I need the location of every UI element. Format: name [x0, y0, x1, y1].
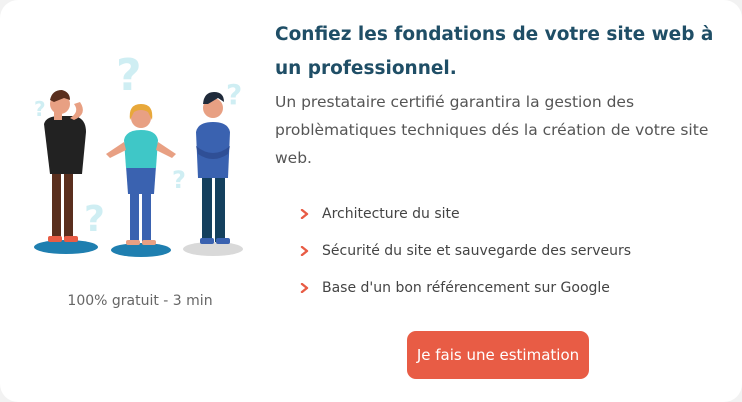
person-middle — [106, 104, 176, 245]
person-left — [44, 90, 86, 242]
feature-list: Architecture du site Sécurité du site et… — [300, 200, 631, 311]
description: Un prestataire certifié garantira la ges… — [275, 93, 709, 167]
question-mark-icon: ? — [84, 199, 105, 240]
feature-label: Architecture du site — [322, 206, 460, 222]
question-mark-icon: ? — [116, 50, 142, 101]
promo-card: ? ? ? ? ? 100% gratuit - 3 min Confiez l… — [0, 0, 742, 402]
chevron-right-icon — [300, 246, 309, 256]
question-mark-icon: ? — [226, 78, 242, 111]
list-item: Sécurité du site et sauvegarde des serve… — [300, 237, 631, 274]
chevron-right-icon — [300, 283, 309, 293]
list-item: Architecture du site — [300, 200, 631, 237]
question-mark-icon: ? — [172, 166, 186, 194]
page-title: Confiez les fondations de votre site web… — [275, 24, 714, 79]
question-mark-icon: ? — [34, 97, 46, 121]
person-right — [196, 92, 230, 244]
feature-label: Sécurité du site et sauvegarde des serve… — [322, 243, 632, 259]
estimate-button[interactable]: Je fais une estimation — [407, 331, 589, 379]
feature-label: Base d'un bon référencement sur Google — [322, 280, 610, 296]
list-item: Base d'un bon référencement sur Google — [300, 274, 631, 311]
chevron-right-icon — [300, 209, 309, 219]
confused-people-illustration: ? ? ? ? ? — [34, 50, 243, 257]
pricing-caption: 100% gratuit - 3 min — [67, 293, 213, 309]
